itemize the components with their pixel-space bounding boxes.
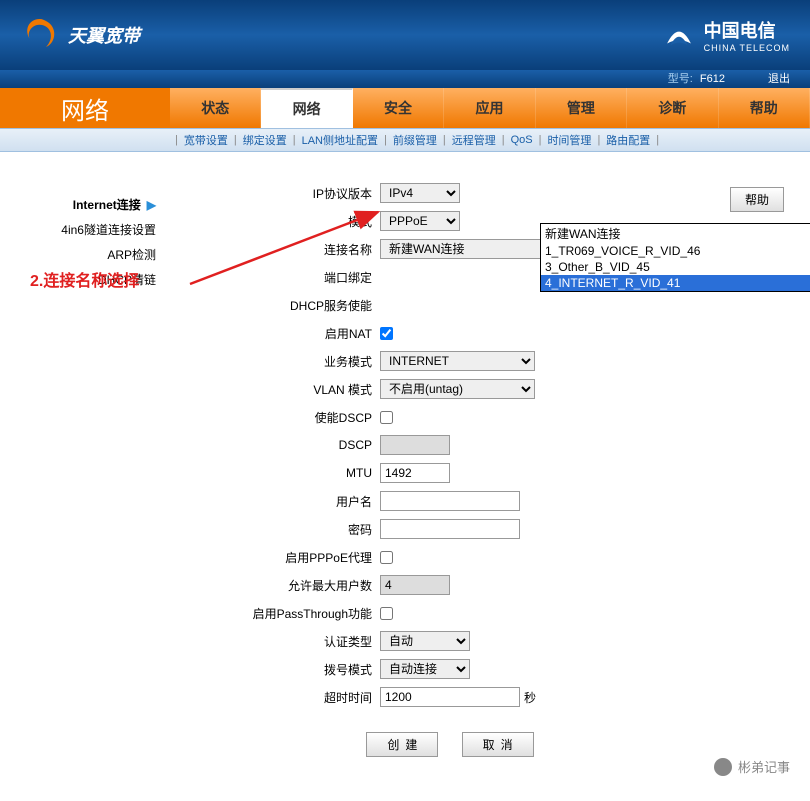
portbind-label: 端口绑定 — [180, 269, 380, 286]
help-button[interactable]: 帮助 — [730, 187, 784, 212]
auth-label: 认证类型 — [180, 633, 380, 650]
subnav-item-0[interactable]: 宽带设置 — [178, 132, 234, 148]
header: 天翼宽带 中国电信 CHINA TELECOM — [0, 0, 810, 70]
watermark: 彬弟记事 — [714, 757, 790, 776]
watermark-text: 彬弟记事 — [738, 757, 790, 776]
brand-right: 中国电信 CHINA TELECOM — [662, 17, 790, 53]
timeout-unit: 秒 — [524, 689, 536, 706]
pass-label: 密码 — [180, 521, 380, 538]
subnav-item-3[interactable]: 前缀管理 — [387, 132, 443, 148]
telecom-logo-icon — [662, 18, 696, 52]
create-button[interactable]: 创建 — [366, 732, 438, 757]
pppoe-proxy-label: 启用PPPoE代理 — [180, 549, 380, 566]
vlan-select[interactable]: 不启用(untag) — [380, 379, 535, 399]
maxuser-input[interactable] — [380, 575, 450, 595]
nav-tab-2[interactable]: 安全 — [353, 88, 444, 128]
nav-tab-4[interactable]: 管理 — [536, 88, 627, 128]
arrow-right-icon: ▶ — [147, 198, 156, 212]
subnav-item-5[interactable]: QoS — [505, 134, 539, 146]
brand-left: 天翼宽带 — [20, 15, 140, 55]
nav-tabs: 状态网络安全应用管理诊断帮助 — [170, 88, 810, 128]
username-input[interactable] — [380, 491, 520, 511]
cancel-button[interactable]: 取消 — [462, 732, 534, 757]
subnav-item-6[interactable]: 时间管理 — [541, 132, 597, 148]
dial-select[interactable]: 自动连接 — [380, 659, 470, 679]
ip-ver-label: IP协议版本 — [180, 185, 380, 202]
subnav: | 宽带设置 | 绑定设置 | LAN侧地址配置 | 前缀管理 | 远程管理 |… — [0, 128, 810, 152]
dial-label: 拨号模式 — [180, 661, 380, 678]
tianyi-logo-icon — [20, 15, 60, 55]
subnav-item-4[interactable]: 远程管理 — [446, 132, 502, 148]
mtu-label: MTU — [180, 466, 380, 480]
dscp-input[interactable] — [380, 435, 450, 455]
nav-tab-6[interactable]: 帮助 — [719, 88, 810, 128]
main-area: Internet连接▶4in6隧道连接设置ARP检测DHCP清链 2.连接名称选… — [0, 152, 810, 801]
model-bar: 型号: F612 退出 — [0, 70, 810, 88]
dscp-en-checkbox[interactable] — [380, 411, 393, 424]
nav-tab-1[interactable]: 网络 — [261, 88, 352, 128]
nav-tab-3[interactable]: 应用 — [444, 88, 535, 128]
conn-option-2[interactable]: 3_Other_B_VID_45 — [541, 259, 810, 275]
sidebar-item-0[interactable]: Internet连接▶ — [0, 192, 170, 217]
page-title: 网络 — [0, 88, 170, 128]
sidebar-item-2[interactable]: ARP检测 — [0, 242, 170, 267]
nat-checkbox[interactable] — [380, 327, 393, 340]
conn-option-0[interactable]: 新建WAN连接 — [541, 224, 810, 243]
passthrough-checkbox[interactable] — [380, 607, 393, 620]
dhcp-enable-label: DHCP服务使能 — [180, 297, 380, 314]
dscp-en-label: 使能DSCP — [180, 409, 380, 426]
vlan-label: VLAN 模式 — [180, 381, 380, 398]
subnav-item-1[interactable]: 绑定设置 — [237, 132, 293, 148]
dscp-label: DSCP — [180, 438, 380, 452]
mtu-input[interactable] — [380, 463, 450, 483]
ip-ver-select[interactable]: IPv4 — [380, 183, 460, 203]
nav-tab-0[interactable]: 状态 — [170, 88, 261, 128]
content: 2.连接名称选择 IP协议版本IPv4 模式PPPoE 连接名称新建WAN连接 … — [170, 152, 730, 801]
sidebar: Internet连接▶4in6隧道连接设置ARP检测DHCP清链 — [0, 152, 170, 801]
passthrough-label: 启用PassThrough功能 — [180, 605, 380, 622]
brand-right-en: CHINA TELECOM — [704, 43, 790, 53]
wechat-icon — [714, 758, 732, 776]
conn-name-dropdown[interactable]: 新建WAN连接1_TR069_VOICE_R_VID_463_Other_B_V… — [540, 223, 810, 292]
pppoe-proxy-checkbox[interactable] — [380, 551, 393, 564]
subnav-item-2[interactable]: LAN侧地址配置 — [296, 132, 384, 148]
exit-link[interactable]: 退出 — [768, 73, 790, 85]
conn-option-3[interactable]: 4_INTERNET_R_VID_41 — [541, 275, 810, 291]
conn-option-1[interactable]: 1_TR069_VOICE_R_VID_46 — [541, 243, 810, 259]
timeout-input[interactable] — [380, 687, 520, 707]
password-input[interactable] — [380, 519, 520, 539]
auth-select[interactable]: 自动 — [380, 631, 470, 651]
user-label: 用户名 — [180, 493, 380, 510]
bizmode-label: 业务模式 — [180, 353, 380, 370]
timeout-label: 超时时间 — [180, 689, 380, 706]
brand-right-cn: 中国电信 — [704, 17, 790, 43]
mode-select[interactable]: PPPoE — [380, 211, 460, 231]
nav-tab-5[interactable]: 诊断 — [627, 88, 718, 128]
mode-label: 模式 — [180, 213, 380, 230]
nav-row: 网络 状态网络安全应用管理诊断帮助 — [0, 88, 810, 128]
bizmode-select[interactable]: INTERNET — [380, 351, 535, 371]
model-label: 型号: — [668, 73, 693, 85]
subnav-item-7[interactable]: 路由配置 — [600, 132, 656, 148]
annotation-text: 2.连接名称选择 — [30, 267, 139, 291]
nat-label: 启用NAT — [180, 325, 380, 342]
brand-left-text: 天翼宽带 — [68, 22, 140, 48]
maxuser-label: 允许最大用户数 — [180, 577, 380, 594]
model-value: F612 — [700, 73, 725, 85]
conn-label: 连接名称 — [180, 241, 380, 258]
footer-buttons: 创建 取消 — [180, 714, 720, 781]
sidebar-item-1[interactable]: 4in6隧道连接设置 — [0, 217, 170, 242]
